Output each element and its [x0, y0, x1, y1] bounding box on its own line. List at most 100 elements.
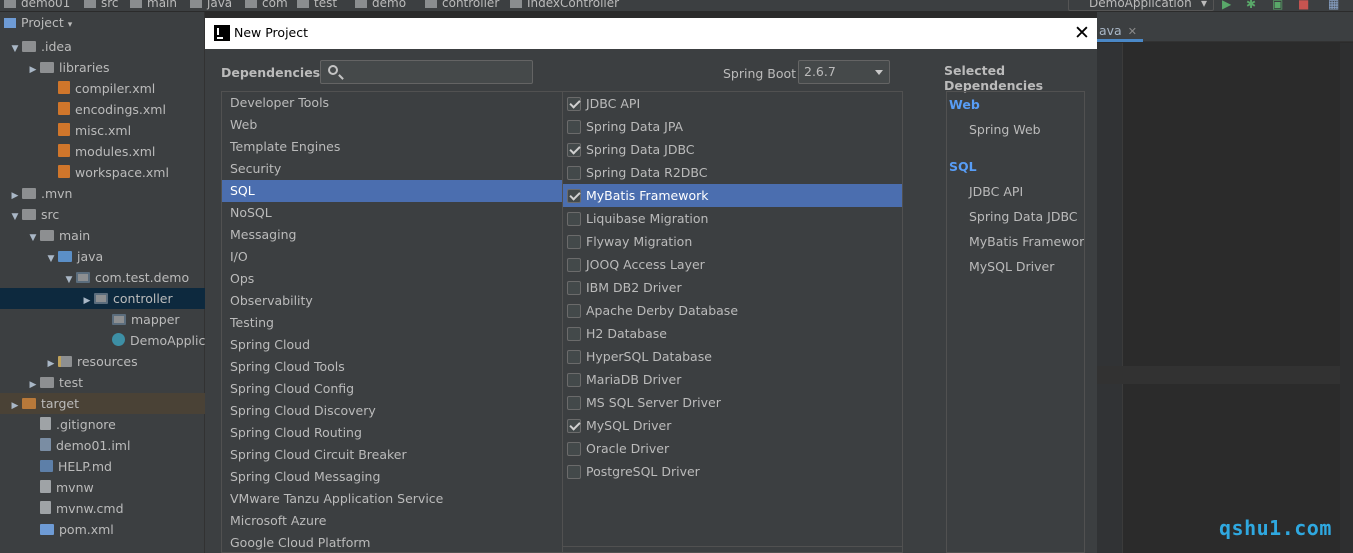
dependency-item[interactable]: MariaDB Driver: [563, 368, 902, 391]
run-icon[interactable]: ▶: [1222, 0, 1231, 11]
checkbox[interactable]: [567, 350, 581, 364]
selected-dependency-item[interactable]: Spring Web: [947, 117, 1084, 142]
category-item[interactable]: Testing: [222, 312, 562, 334]
breadcrumb-item[interactable]: IndexController: [510, 0, 619, 10]
tree-item[interactable]: .gitignore: [0, 414, 205, 435]
category-item[interactable]: Spring Cloud Config: [222, 378, 562, 400]
tree-item[interactable]: ▶ test: [0, 372, 205, 393]
run-configuration-select[interactable]: DemoApplication ▾: [1068, 0, 1214, 11]
chevron-down-icon[interactable]: ▼: [44, 249, 58, 267]
tree-item[interactable]: pom.xml: [0, 519, 205, 540]
tree-item[interactable]: compiler.xml: [0, 78, 205, 99]
category-item[interactable]: Spring Cloud Tools: [222, 356, 562, 378]
tree-item[interactable]: ▼ .idea: [0, 36, 205, 57]
checkbox[interactable]: [567, 281, 581, 295]
breadcrumb-item[interactable]: controller: [425, 0, 499, 10]
category-item[interactable]: VMware Tanzu Application Service: [222, 488, 562, 510]
dependency-item[interactable]: PostgreSQL Driver: [563, 460, 902, 483]
checkbox-checked[interactable]: [567, 143, 581, 157]
tree-item[interactable]: demo01.iml: [0, 435, 205, 456]
category-item[interactable]: Developer Tools: [222, 92, 562, 114]
debug-icon[interactable]: ✱: [1246, 0, 1256, 11]
dependency-item[interactable]: Spring Data JPA: [563, 115, 902, 138]
tree-item[interactable]: ▶ controller: [0, 288, 205, 309]
dependency-item[interactable]: Apache Derby Database: [563, 299, 902, 322]
selected-dependency-item[interactable]: Spring Data JDBC: [947, 204, 1084, 229]
selected-dependency-item[interactable]: JDBC API: [947, 179, 1084, 204]
stop-icon[interactable]: ■: [1298, 0, 1309, 11]
checkbox[interactable]: [567, 327, 581, 341]
tree-item[interactable]: mapper: [0, 309, 205, 330]
tree-item[interactable]: misc.xml: [0, 120, 205, 141]
dependency-item[interactable]: MyBatis Framework: [563, 184, 902, 207]
category-item[interactable]: Security: [222, 158, 562, 180]
breadcrumb-item[interactable]: demo: [355, 0, 406, 10]
checkbox[interactable]: [567, 166, 581, 180]
dependency-item[interactable]: Flyway Migration: [563, 230, 902, 253]
breadcrumb-item[interactable]: java: [190, 0, 232, 10]
dependency-item[interactable]: Oracle Driver: [563, 437, 902, 460]
category-item[interactable]: Microsoft Azure: [222, 510, 562, 532]
chevron-right-icon[interactable]: ▶: [8, 186, 22, 204]
dependency-item[interactable]: JOOQ Access Layer: [563, 253, 902, 276]
checkbox-checked[interactable]: [567, 97, 581, 111]
chevron-right-icon[interactable]: ▶: [26, 60, 40, 78]
category-item[interactable]: Observability: [222, 290, 562, 312]
chevron-right-icon[interactable]: ▶: [26, 375, 40, 393]
category-item[interactable]: Spring Cloud Messaging: [222, 466, 562, 488]
dependency-item[interactable]: HyperSQL Database: [563, 345, 902, 368]
tree-item[interactable]: ▼ java: [0, 246, 205, 267]
tree-item[interactable]: workspace.xml: [0, 162, 205, 183]
dependency-item[interactable]: IBM DB2 Driver: [563, 276, 902, 299]
checkbox[interactable]: [567, 258, 581, 272]
tree-item[interactable]: ▶ libraries: [0, 57, 205, 78]
checkbox[interactable]: [567, 465, 581, 479]
dependency-item[interactable]: JDBC API: [563, 92, 902, 115]
chevron-down-icon[interactable]: ▼: [8, 39, 22, 57]
checkbox[interactable]: [567, 373, 581, 387]
chevron-right-icon[interactable]: ▶: [8, 396, 22, 414]
dependency-item[interactable]: Liquibase Migration: [563, 207, 902, 230]
editor-scrollbar[interactable]: [1340, 43, 1353, 553]
checkbox[interactable]: [567, 120, 581, 134]
tree-item[interactable]: mvnw.cmd: [0, 498, 205, 519]
dependency-search-box[interactable]: [320, 60, 533, 84]
selected-dependency-item[interactable]: MySQL Driver: [947, 254, 1084, 279]
dependency-item[interactable]: Spring Data JDBC: [563, 138, 902, 161]
project-structure-icon[interactable]: ▦: [1328, 0, 1339, 11]
category-item[interactable]: Spring Cloud: [222, 334, 562, 356]
checkbox[interactable]: [567, 235, 581, 249]
tree-item[interactable]: ▼ src: [0, 204, 205, 225]
close-button[interactable]: ✕: [1071, 21, 1093, 45]
coverage-icon[interactable]: ▣: [1272, 0, 1283, 11]
category-item[interactable]: Google Cloud Platform: [222, 532, 562, 552]
search-input[interactable]: [347, 63, 529, 81]
tree-item[interactable]: ▶ target: [0, 393, 205, 414]
category-item[interactable]: SQL: [222, 180, 562, 202]
category-item[interactable]: Template Engines: [222, 136, 562, 158]
tree-item[interactable]: mvnw: [0, 477, 205, 498]
category-item[interactable]: NoSQL: [222, 202, 562, 224]
checkbox[interactable]: [567, 212, 581, 226]
tree-item[interactable]: ▼ main: [0, 225, 205, 246]
checkbox[interactable]: [567, 396, 581, 410]
spring-boot-version-select[interactable]: 2.6.7: [798, 60, 890, 84]
breadcrumb-item[interactable]: src: [84, 0, 119, 10]
category-item[interactable]: Spring Cloud Routing: [222, 422, 562, 444]
chevron-right-icon[interactable]: ▶: [80, 291, 94, 309]
checkbox[interactable]: [567, 304, 581, 318]
chevron-right-icon[interactable]: ▶: [44, 354, 58, 372]
breadcrumb-item[interactable]: demo01: [4, 0, 70, 10]
chevron-down-icon[interactable]: ▼: [62, 270, 76, 288]
dialog-title-bar[interactable]: New Project ✕: [205, 18, 1097, 49]
category-item[interactable]: Spring Cloud Discovery: [222, 400, 562, 422]
dependency-item[interactable]: H2 Database: [563, 322, 902, 345]
tree-item[interactable]: DemoApplicati: [0, 330, 205, 351]
category-item[interactable]: Messaging: [222, 224, 562, 246]
category-item[interactable]: Ops: [222, 268, 562, 290]
dependency-item[interactable]: MS SQL Server Driver: [563, 391, 902, 414]
breadcrumb-item[interactable]: test: [297, 0, 337, 10]
tree-item[interactable]: encodings.xml: [0, 99, 205, 120]
chevron-down-icon[interactable]: ▼: [26, 228, 40, 246]
tree-item[interactable]: modules.xml: [0, 141, 205, 162]
